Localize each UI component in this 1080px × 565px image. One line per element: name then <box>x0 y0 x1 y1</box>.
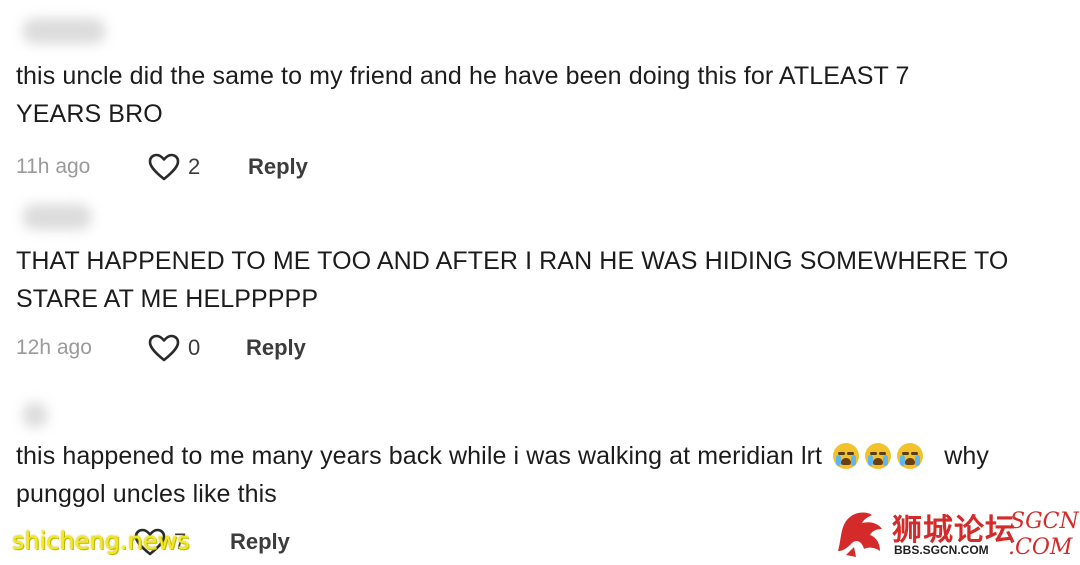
like-button[interactable]: 0 <box>148 334 246 362</box>
reply-button[interactable]: Reply <box>246 335 306 361</box>
watermark-text: shicheng.news <box>12 527 190 555</box>
reply-button[interactable]: Reply <box>230 529 290 555</box>
comment-timestamp: 12h ago <box>16 336 92 359</box>
blurred-username[interactable] <box>22 18 106 44</box>
brand-url: BBS.SGCN.COM <box>894 543 989 557</box>
comment-timestamp: 11h ago <box>16 155 91 178</box>
blurred-username[interactable] <box>22 204 92 230</box>
brand-script-bottom: .COM <box>1008 535 1073 560</box>
comment-text-line-2: YEARS BRO <box>16 100 163 128</box>
crying-face-emoji-icon <box>865 443 892 469</box>
crying-face-emoji-icon <box>833 443 860 469</box>
comment-text-part: why <box>944 442 989 470</box>
reply-button[interactable]: Reply <box>248 154 308 180</box>
comment-text-part: this happened to me many years back whil… <box>16 442 823 470</box>
like-count: 0 <box>188 335 201 360</box>
crying-face-emoji-icon <box>897 443 924 469</box>
heart-icon <box>148 334 180 362</box>
brand-watermark: 狮城论坛 BBS.SGCN.COM SGCN .COM <box>832 505 1079 561</box>
comment-text-line-1: this happened to me many years back whil… <box>16 437 1066 475</box>
like-count: 2 <box>188 154 201 179</box>
comment-meta: 12h ago 0 Reply <box>16 331 306 365</box>
comment-text: this happened to me many years back whil… <box>16 437 1066 513</box>
comment-text: this uncle did the same to my friend and… <box>16 57 1066 133</box>
comment-meta: 11h ago 2 Reply <box>16 150 308 184</box>
comment-text-line-2: STARE AT ME HELPPPPP <box>16 285 319 313</box>
brand-script-top: SGCN <box>1010 509 1079 534</box>
emoji-group <box>833 442 936 470</box>
like-button[interactable]: 2 <box>148 153 248 181</box>
heart-icon <box>148 153 180 181</box>
lion-logo-icon <box>838 512 882 557</box>
comment-text: THAT HAPPENED TO ME TOO AND AFTER I RAN … <box>16 242 1066 318</box>
comment-text-line-1: THAT HAPPENED TO ME TOO AND AFTER I RAN … <box>16 247 1009 275</box>
blurred-username[interactable] <box>22 402 48 428</box>
comment-text-line-1: this uncle did the same to my friend and… <box>16 62 910 90</box>
